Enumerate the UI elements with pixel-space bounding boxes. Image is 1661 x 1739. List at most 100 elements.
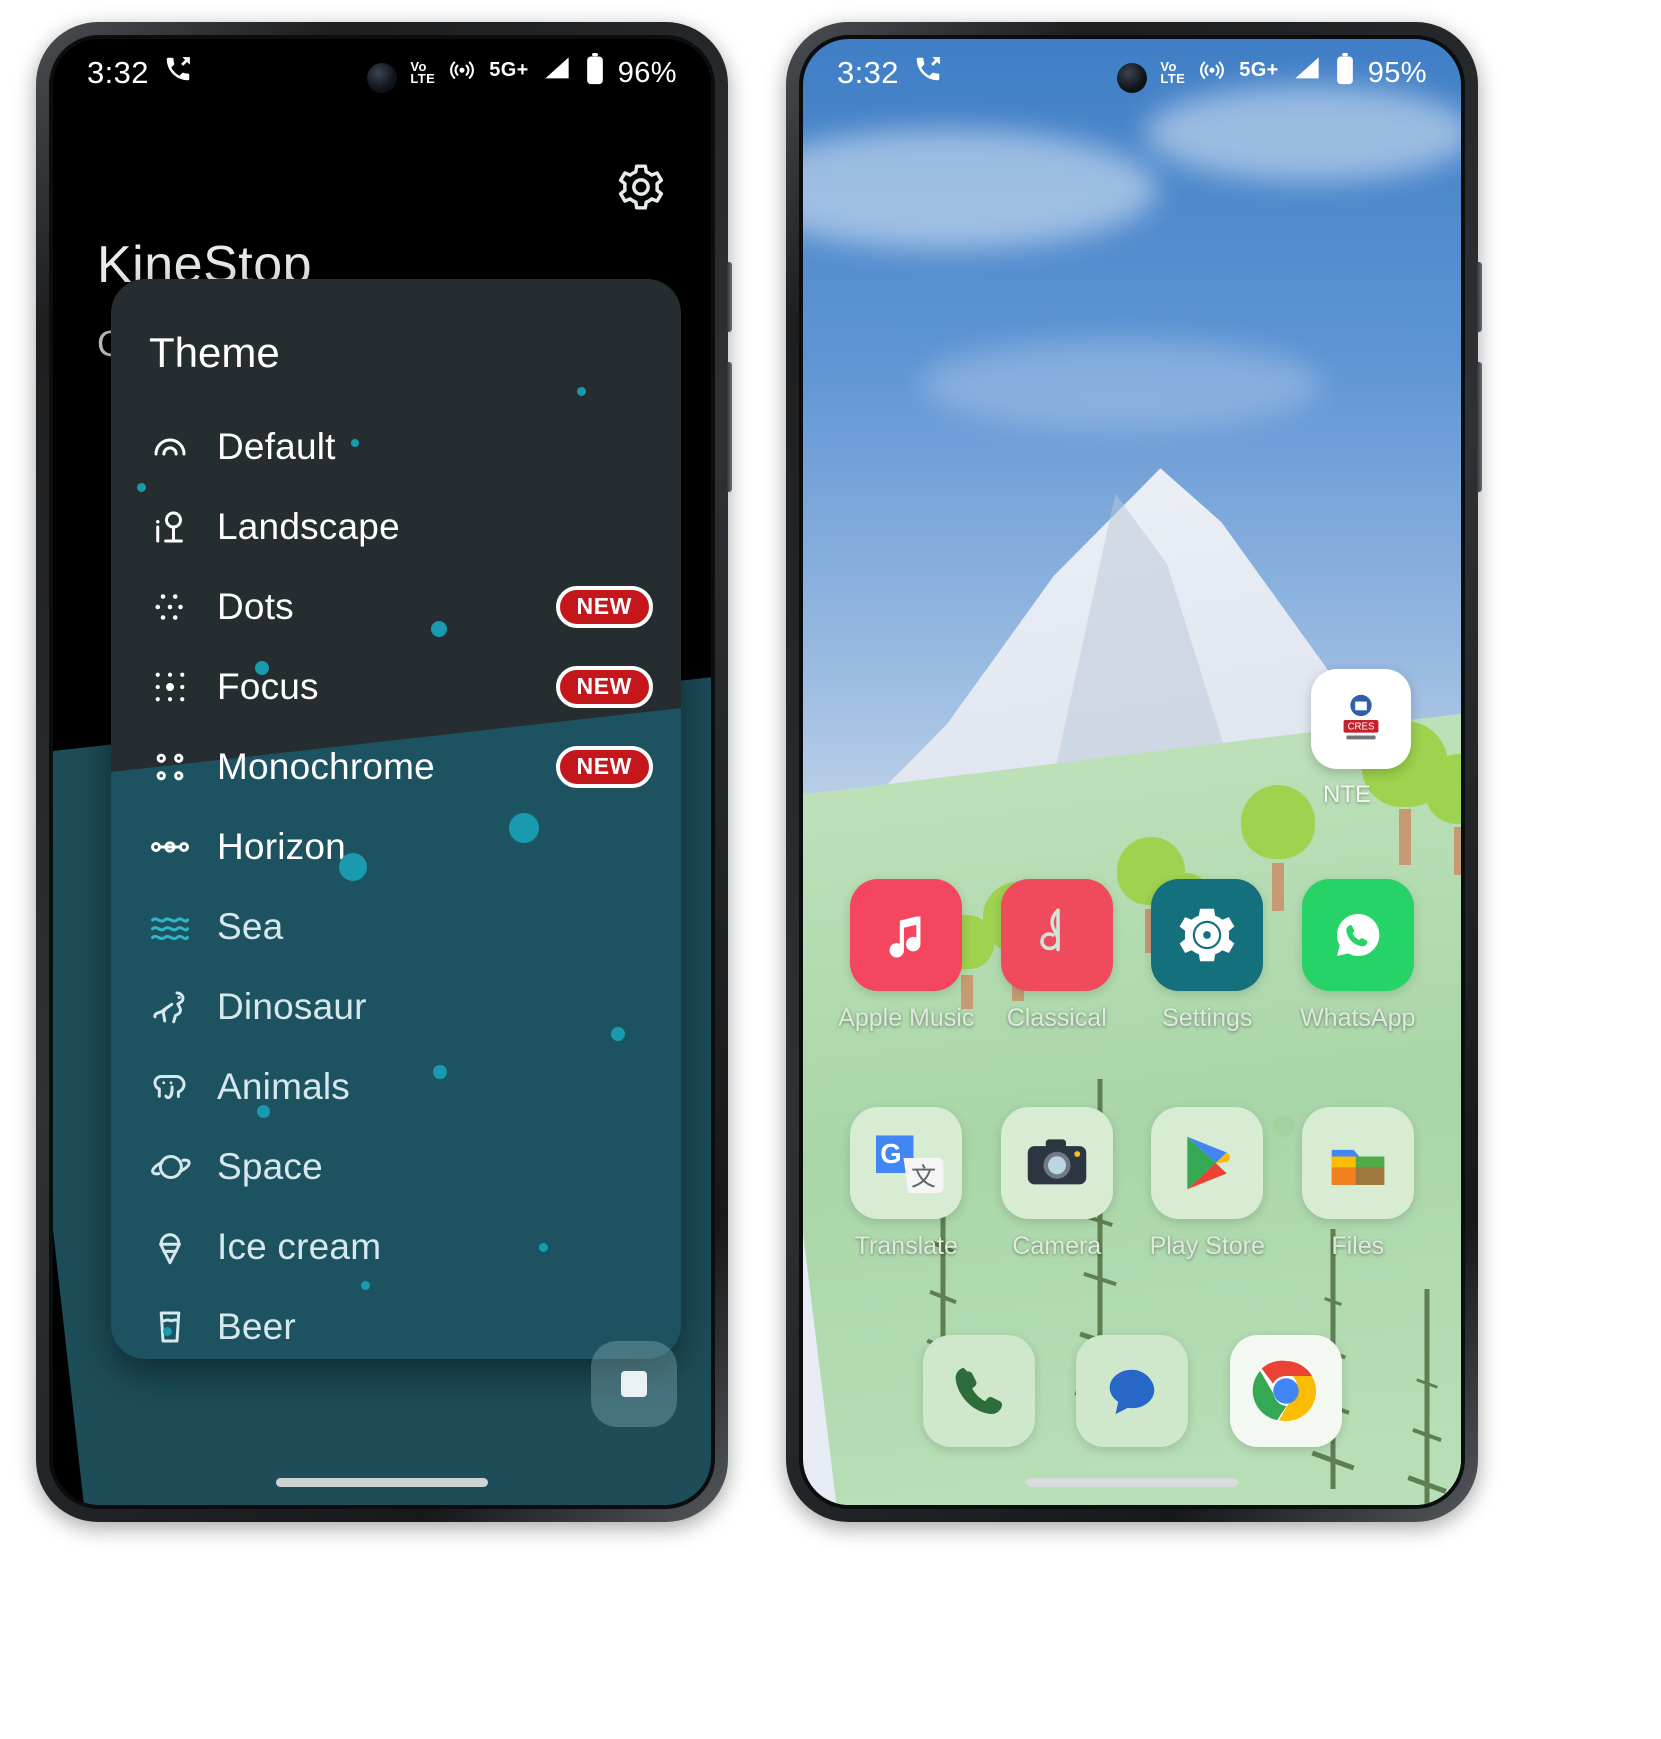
bubble-decor — [361, 1281, 370, 1290]
waves-icon — [149, 906, 191, 948]
phone-left: 3:32 Vo LTE 5G+ 96% KineStop Theme Defau… — [36, 22, 732, 1522]
svg-text:CRES: CRES — [1348, 722, 1375, 733]
volte-icon: Vo LTE — [1160, 59, 1186, 86]
theme-option-beer[interactable]: Beer — [111, 1287, 681, 1359]
app-shortcut-messages[interactable] — [1064, 1335, 1200, 1447]
chrome-icon — [1229, 1335, 1342, 1447]
files-icon — [1301, 1107, 1414, 1219]
app-shortcut-translate[interactable]: G 文 Translate — [838, 1107, 974, 1261]
theme-option-label: Landscape — [217, 506, 400, 547]
horizon-icon — [149, 826, 191, 868]
phone-left-screen: 3:32 Vo LTE 5G+ 96% KineStop Theme Defau… — [49, 35, 715, 1509]
gesture-nav-pill[interactable] — [276, 1478, 488, 1487]
theme-option-dinosaur[interactable]: Dinosaur — [111, 967, 681, 1047]
dots-icon — [149, 586, 191, 628]
theme-option-animals[interactable]: Animals — [111, 1047, 681, 1127]
theme-dialog: Theme Default Landscape Dots NEW Focus NEW Mon… — [111, 279, 681, 1359]
bubble-decor — [339, 853, 367, 881]
bubble-decor — [137, 483, 146, 492]
volume-button[interactable] — [1476, 362, 1482, 492]
theme-option-focus[interactable]: Focus NEW — [111, 647, 681, 727]
app-label: Settings — [1162, 1004, 1253, 1032]
theme-option-landscape[interactable]: Landscape — [111, 487, 681, 567]
app-label: Play Store — [1149, 1232, 1265, 1260]
mono-dots-icon — [149, 746, 191, 788]
theme-option-monochrome[interactable]: Monochrome NEW — [111, 727, 681, 807]
theme-option-label: Focus — [217, 666, 319, 707]
app-label: Files — [1331, 1232, 1385, 1260]
new-badge: NEW — [555, 746, 653, 788]
home-app-row-1: Apple Music Classical Settings WhatsApp — [803, 879, 1461, 1033]
app-shortcut-play-store[interactable]: Play Store — [1139, 1107, 1275, 1261]
battery-icon — [585, 53, 605, 93]
gear-icon — [1151, 879, 1264, 991]
theme-option-space[interactable]: Space — [111, 1127, 681, 1207]
google-translate-icon: G文 — [850, 1107, 963, 1219]
screenshot-canvas: 3:32 Vo LTE 5G+ 96% KineStop Theme Defau… — [0, 0, 1661, 1739]
network-type-label: 5G+ — [489, 58, 529, 81]
tree-decor — [1423, 754, 1461, 875]
app-label: Translate — [854, 1232, 958, 1260]
bubble-decor — [539, 1243, 548, 1252]
app-shortcut-settings[interactable]: Settings — [1139, 879, 1275, 1033]
bubble-decor — [255, 661, 269, 675]
camera-icon — [1000, 1107, 1113, 1219]
volume-button[interactable] — [726, 362, 732, 492]
cloud-decor — [921, 339, 1322, 429]
app-shortcut-phone[interactable] — [911, 1335, 1047, 1447]
theme-option-horizon[interactable]: Horizon — [111, 807, 681, 887]
bubble-decor — [163, 1327, 172, 1336]
app-label: Apple Music — [838, 1004, 975, 1032]
theme-option-label: Space — [217, 1146, 323, 1187]
bubble-decor — [611, 1027, 625, 1041]
power-button[interactable] — [1476, 262, 1482, 332]
phone-right-screen: 3:32 Vo LTE 5G+ 95% CRES NTE Apple Music… — [799, 35, 1465, 1509]
signal-bars-icon — [542, 55, 572, 91]
whatsapp-icon — [1301, 879, 1414, 991]
new-badge: NEW — [555, 666, 653, 708]
theme-option-default[interactable]: Default — [111, 407, 681, 487]
theme-option-ice-cream[interactable]: Ice cream — [111, 1207, 681, 1287]
volte-icon: Vo LTE — [410, 59, 436, 86]
new-badge: NEW — [555, 586, 653, 628]
battery-icon — [1335, 53, 1355, 93]
theme-option-label: Dinosaur — [217, 986, 367, 1027]
app-shortcut-files[interactable]: Files — [1290, 1107, 1426, 1261]
bubble-decor — [431, 621, 447, 637]
phone-right: 3:32 Vo LTE 5G+ 95% CRES NTE Apple Music… — [786, 22, 1482, 1522]
app-shortcut-chrome[interactable] — [1218, 1335, 1354, 1447]
ntes-app-shortcut[interactable]: CRES — [1311, 669, 1411, 769]
stop-fab-button[interactable] — [591, 1341, 677, 1427]
svg-text:文: 文 — [911, 1164, 936, 1192]
theme-option-label: Sea — [217, 906, 284, 947]
messages-icon — [1076, 1335, 1188, 1447]
battery-percentage: 96% — [617, 56, 677, 89]
planet-icon — [149, 1146, 191, 1188]
play-store-icon — [1151, 1107, 1264, 1219]
bubble-decor — [351, 439, 359, 447]
hotspot-icon — [1198, 55, 1226, 91]
theme-option-sea[interactable]: Sea — [111, 887, 681, 967]
app-label: Camera — [1012, 1232, 1102, 1260]
app-settings-button[interactable] — [615, 161, 667, 213]
app-shortcut-apple-music[interactable]: Apple Music — [838, 879, 974, 1033]
network-type-label: 5G+ — [1239, 58, 1279, 81]
front-camera-punch-hole — [1117, 63, 1147, 93]
classical-music-icon — [1000, 879, 1113, 991]
theme-option-label: Default — [217, 426, 336, 467]
app-shortcut-whatsapp[interactable]: WhatsApp — [1290, 879, 1426, 1033]
power-button[interactable] — [726, 262, 732, 332]
landscape-icon — [149, 506, 191, 548]
home-screen-wallpaper — [803, 39, 1461, 1505]
status-time: 3:32 — [87, 55, 149, 90]
gesture-nav-pill[interactable] — [1026, 1478, 1238, 1487]
app-label: Classical — [1006, 1004, 1107, 1032]
ntes-app-icon: CRES — [1343, 694, 1379, 740]
theme-option-dots[interactable]: Dots NEW — [111, 567, 681, 647]
theme-option-label: Ice cream — [217, 1226, 382, 1267]
battery-percentage: 95% — [1367, 56, 1427, 89]
signal-bars-icon — [1292, 55, 1322, 91]
theme-option-label: Monochrome — [217, 746, 435, 787]
app-shortcut-camera[interactable]: Camera — [989, 1107, 1125, 1261]
app-shortcut-classical[interactable]: Classical — [989, 879, 1125, 1033]
